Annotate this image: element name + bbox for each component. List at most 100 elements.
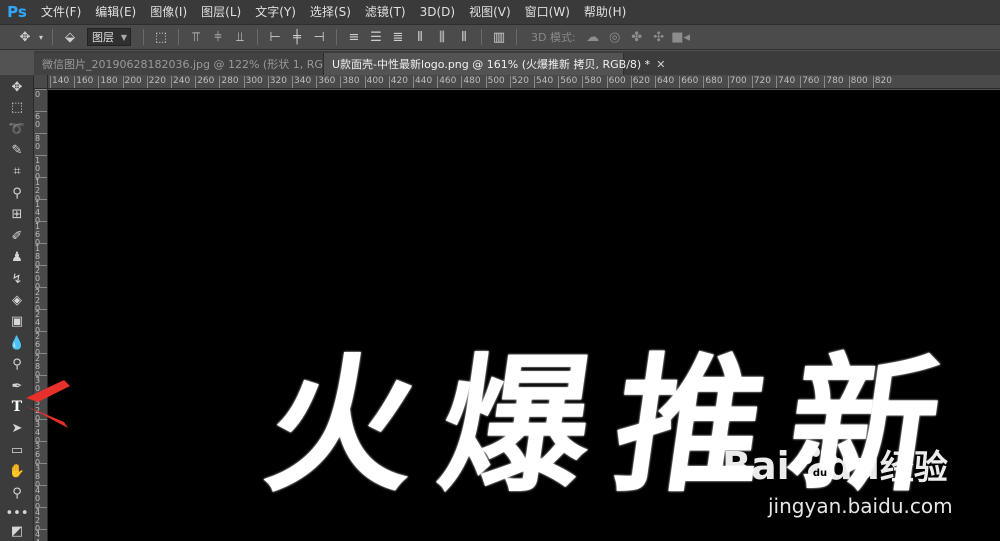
ruler-tick-label: 140 bbox=[49, 76, 70, 88]
align-top-icon[interactable]: ⫪ bbox=[185, 26, 207, 48]
ruler-corner[interactable] bbox=[34, 75, 48, 89]
ruler-tick-label: 740 bbox=[775, 76, 796, 88]
3d-mode-label: 3D 模式: bbox=[531, 31, 576, 44]
clone-stamp-tool-icon[interactable]: ♟ bbox=[5, 247, 29, 267]
menu-view[interactable]: 视图(V) bbox=[462, 0, 518, 24]
menu-window[interactable]: 窗口(W) bbox=[518, 0, 577, 24]
distribute-left-icon[interactable]: ⦀ bbox=[409, 26, 431, 48]
ruler-tick-label: 160 bbox=[74, 76, 94, 88]
eraser-tool-icon[interactable]: ◈ bbox=[5, 290, 29, 310]
move-tool-preset-icon[interactable]: ✥ bbox=[14, 26, 36, 48]
ruler-tick-label: 660 bbox=[679, 76, 699, 88]
auto-select-icon[interactable]: ⬙ bbox=[59, 26, 81, 48]
auto-select-layer-dropdown[interactable]: 图层 ▼ bbox=[87, 28, 131, 46]
chevron-down-icon[interactable]: ▾ bbox=[36, 26, 46, 48]
distribute-top-icon[interactable]: ≡ bbox=[343, 26, 365, 48]
ruler-tick-label: 380 bbox=[340, 76, 360, 88]
ruler-tick-label: 460 bbox=[437, 76, 457, 88]
watermark-product: 经验 bbox=[879, 448, 948, 488]
menu-select[interactable]: 选择(S) bbox=[303, 0, 358, 24]
ruler-tick-label: 600 bbox=[606, 76, 626, 88]
align-horizontal-center-icon[interactable]: ╪ bbox=[286, 26, 308, 48]
menu-image[interactable]: 图像(I) bbox=[143, 0, 194, 24]
rectangle-tool-icon[interactable]: ▭ bbox=[5, 440, 29, 460]
baidu-jingyan-watermark: Bai du经验 du jingyan.baidu.com bbox=[712, 440, 953, 530]
3d-slide-icon[interactable]: ✣ bbox=[648, 26, 670, 48]
3d-scale-icon[interactable]: ■◂ bbox=[670, 26, 692, 48]
menu-type[interactable]: 文字(Y) bbox=[248, 0, 303, 24]
blur-tool-icon[interactable]: 💧 bbox=[5, 333, 29, 353]
ruler-tick-label: 440 bbox=[412, 76, 433, 88]
tools-panel: ✥ ⬚ ➰ ✎ ⌗ ⚲ ⊞ ✐ ♟ ↯ ◈ ▣ 💧 ⚲ ✒ T ➤ ▭ ✋ ⚲ … bbox=[0, 75, 34, 541]
menu-bar: Ps 文件(F) 编辑(E) 图像(I) 图层(L) 文字(Y) 选择(S) 滤… bbox=[0, 0, 1000, 24]
ruler-tick-label: 320 bbox=[267, 76, 287, 88]
ruler-tick-label: 60 bbox=[35, 111, 47, 129]
menu-help[interactable]: 帮助(H) bbox=[577, 0, 633, 24]
auto-align-icon[interactable]: ▥ bbox=[488, 26, 510, 48]
ruler-tick-label: 540 bbox=[533, 76, 554, 88]
menu-edit[interactable]: 编辑(E) bbox=[88, 0, 143, 24]
menu-filter[interactable]: 滤镜(T) bbox=[358, 0, 413, 24]
ruler-tick-label: 240 bbox=[170, 76, 191, 88]
ruler-tick-label: 360 bbox=[316, 76, 336, 88]
more-tools-icon[interactable]: ••• bbox=[5, 503, 29, 523]
tab-document-1[interactable]: 微信图片_20190628182036.jpg @ 122% (形状 1, RG… bbox=[34, 53, 370, 75]
divider bbox=[481, 29, 482, 45]
dodge-tool-icon[interactable]: ⚲ bbox=[5, 354, 29, 374]
ruler-tick-label: 580 bbox=[582, 76, 602, 88]
3d-drag-icon[interactable]: ✤ bbox=[626, 26, 648, 48]
align-bottom-icon[interactable]: ⫫ bbox=[229, 26, 251, 48]
align-right-icon[interactable]: ⊣ bbox=[308, 26, 330, 48]
menu-layer[interactable]: 图层(L) bbox=[194, 0, 248, 24]
ruler-tick-label: 820 bbox=[872, 76, 892, 88]
marquee-tool-icon[interactable]: ⬚ bbox=[5, 97, 29, 117]
baidu-paw-icon: du bbox=[804, 447, 837, 481]
crop-tool-icon[interactable]: ⌗ bbox=[5, 161, 29, 181]
ruler-tick-label: 520 bbox=[509, 76, 529, 88]
lasso-tool-icon[interactable]: ➰ bbox=[5, 119, 29, 139]
vertical-ruler[interactable]: 0608010012014016018020022024026028030032… bbox=[34, 89, 48, 541]
ruler-tick-label: 780 bbox=[824, 76, 844, 88]
ruler-tick-label: 280 bbox=[219, 76, 239, 88]
distribute-right-icon[interactable]: ⫴ bbox=[453, 26, 475, 48]
distribute-vertical-center-icon[interactable]: ☰ bbox=[365, 26, 387, 48]
align-left-icon[interactable]: ⊢ bbox=[264, 26, 286, 48]
3d-roll-icon[interactable]: ◎ bbox=[604, 26, 626, 48]
annotation-arrow-icon bbox=[26, 380, 70, 428]
ruler-tick-label: 640 bbox=[654, 76, 675, 88]
ruler-tick-label: 440 bbox=[35, 529, 47, 541]
horizontal-ruler[interactable]: 140 160 180 200 220 240 260 280 300 320 340 360 380 4… bbox=[48, 75, 1000, 89]
align-vertical-center-icon[interactable]: ⫩ bbox=[207, 26, 229, 48]
3d-orbit-icon[interactable]: ☁ bbox=[582, 26, 604, 48]
foreground-background-color-icon[interactable]: ◩ bbox=[5, 521, 29, 541]
healing-brush-tool-icon[interactable]: ⊞ bbox=[5, 204, 29, 224]
menu-3d[interactable]: 3D(D) bbox=[413, 0, 462, 24]
quick-selection-tool-icon[interactable]: ✎ bbox=[5, 140, 29, 160]
divider bbox=[516, 29, 517, 45]
tab-document-2[interactable]: U款面壳-中性最新logo.png @ 161% (火爆推新 拷贝, RGB/8… bbox=[324, 53, 665, 75]
ruler-tick-label: 760 bbox=[800, 76, 820, 88]
brush-tool-icon[interactable]: ✐ bbox=[5, 226, 29, 246]
watermark-url: jingyan.baidu.com bbox=[768, 494, 953, 518]
ruler-tick-label: 340 bbox=[291, 76, 312, 88]
gradient-tool-icon[interactable]: ▣ bbox=[5, 311, 29, 331]
svg-text:du: du bbox=[813, 468, 827, 479]
ruler-tick-label: 80 bbox=[35, 133, 47, 151]
ruler-tick-label: 480 bbox=[461, 76, 481, 88]
zoom-tool-icon[interactable]: ⚲ bbox=[5, 483, 29, 503]
ruler-tick-label: 420 bbox=[388, 76, 408, 88]
ruler-tick-label: 500 bbox=[485, 76, 505, 88]
divider bbox=[143, 29, 144, 45]
layer-select-value: 图层 bbox=[92, 31, 114, 44]
move-tool-icon[interactable]: ✥ bbox=[5, 77, 29, 97]
hand-tool-icon[interactable]: ✋ bbox=[5, 461, 29, 481]
ruler-tick-label: 400 bbox=[364, 76, 384, 88]
close-icon[interactable]: ✕ bbox=[656, 58, 665, 71]
ruler-tick-label: 680 bbox=[703, 76, 723, 88]
distribute-bottom-icon[interactable]: ≣ bbox=[387, 26, 409, 48]
distribute-horizontal-center-icon[interactable]: ⫼ bbox=[431, 26, 453, 48]
menu-file[interactable]: 文件(F) bbox=[34, 0, 88, 24]
eyedropper-tool-icon[interactable]: ⚲ bbox=[5, 183, 29, 203]
transform-controls-icon[interactable]: ⬚ bbox=[150, 26, 172, 48]
history-brush-tool-icon[interactable]: ↯ bbox=[5, 269, 29, 289]
